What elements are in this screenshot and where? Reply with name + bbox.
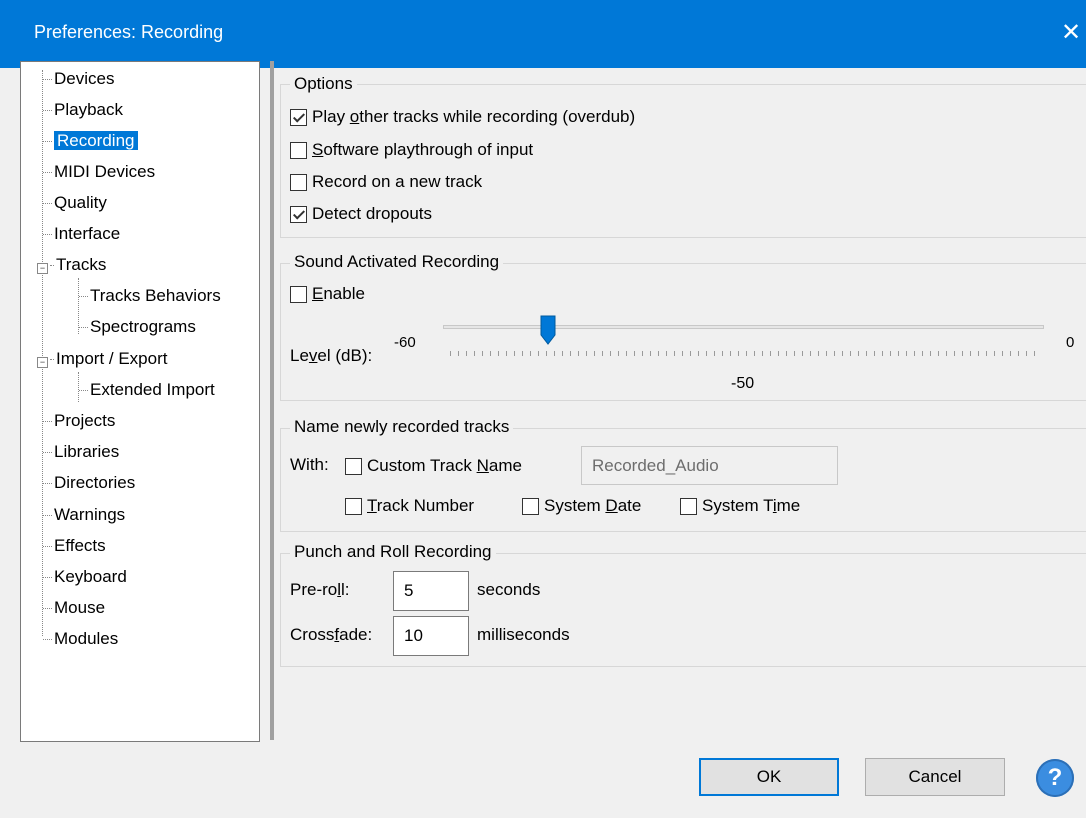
- tree-item-mouse[interactable]: Mouse: [43, 595, 105, 621]
- collapse-tracks-icon[interactable]: −: [37, 263, 48, 274]
- tree-item-directories[interactable]: Directories: [43, 470, 135, 496]
- checkbox-box[interactable]: [290, 285, 307, 303]
- track-number-checkbox[interactable]: Track Number: [345, 496, 474, 516]
- detect-dropouts-checkbox[interactable]: Detect dropouts: [290, 204, 432, 224]
- overdub-checkbox[interactable]: Play other tracks while recording (overd…: [290, 107, 635, 127]
- title-bar: Preferences: Recording ✕: [0, 0, 1086, 68]
- preferences-tree[interactable]: Devices Playback Recording MIDI Devices …: [20, 61, 260, 742]
- sound-activated-group: [280, 263, 1086, 401]
- tree-item-tracks[interactable]: Tracks: [50, 252, 106, 278]
- checkbox-box[interactable]: [290, 108, 307, 126]
- system-date-checkbox[interactable]: System Date: [522, 496, 641, 516]
- cancel-button[interactable]: Cancel: [865, 758, 1005, 796]
- checkbox-box[interactable]: [290, 205, 307, 223]
- tree-item-interface[interactable]: Interface: [43, 221, 120, 247]
- tree-item-libraries[interactable]: Libraries: [43, 439, 119, 465]
- crossfade-input[interactable]: 10: [393, 616, 469, 656]
- crossfade-label: Crossfade:: [290, 625, 373, 644]
- tree-item-import-export[interactable]: Import / Export: [50, 346, 167, 372]
- close-icon[interactable]: ✕: [1056, 18, 1086, 48]
- tree-item-projects[interactable]: Projects: [43, 408, 115, 434]
- punch-roll-legend: Punch and Roll Recording: [290, 542, 496, 562]
- crossfade-unit: milliseconds: [477, 625, 570, 644]
- tree-item-playback[interactable]: Playback: [43, 97, 123, 123]
- record-new-track-checkbox[interactable]: Record on a new track: [290, 172, 482, 192]
- with-label: With:: [290, 455, 329, 474]
- level-max-label: 0: [1066, 334, 1075, 351]
- software-playthrough-checkbox[interactable]: Software playthrough of input: [290, 140, 533, 160]
- checkbox-box[interactable]: [345, 497, 362, 515]
- tree-item-warnings[interactable]: Warnings: [43, 502, 125, 528]
- pane-splitter[interactable]: [270, 61, 274, 740]
- custom-track-name-checkbox[interactable]: Custom Track Name: [345, 456, 522, 476]
- tree-item-midi-devices[interactable]: MIDI Devices: [43, 159, 155, 185]
- tree-item-devices[interactable]: Devices: [43, 66, 114, 92]
- checkbox-box[interactable]: [680, 497, 697, 515]
- custom-track-name-input[interactable]: Recorded_Audio: [581, 446, 838, 485]
- level-slider-ticks: [450, 351, 1040, 356]
- checkbox-box[interactable]: [522, 497, 539, 515]
- checkbox-box[interactable]: [290, 141, 307, 159]
- options-legend: Options: [290, 74, 357, 94]
- tree-item-tracks-behaviors[interactable]: Tracks Behaviors: [79, 283, 221, 309]
- preroll-unit: seconds: [477, 580, 541, 599]
- tree-item-spectrograms[interactable]: Spectrograms: [79, 314, 196, 340]
- ok-button[interactable]: OK: [699, 758, 839, 796]
- tree-item-keyboard[interactable]: Keyboard: [43, 564, 127, 590]
- preroll-label: Pre-roll:: [290, 580, 350, 599]
- tree-item-quality[interactable]: Quality: [43, 190, 107, 216]
- level-value-label: -50: [731, 375, 755, 392]
- enable-sound-activation-checkbox[interactable]: Enable: [290, 284, 365, 304]
- tree-item-extended-import[interactable]: Extended Import: [79, 377, 215, 403]
- tree-item-effects[interactable]: Effects: [43, 533, 106, 559]
- checkbox-box[interactable]: [290, 173, 307, 191]
- system-time-checkbox[interactable]: System Time: [680, 496, 800, 516]
- level-slider-track[interactable]: [443, 325, 1044, 329]
- naming-legend: Name newly recorded tracks: [290, 417, 514, 437]
- window-title: Preferences: Recording: [34, 22, 224, 42]
- level-min-label: -60: [394, 334, 416, 351]
- preroll-input[interactable]: 5: [393, 571, 469, 611]
- checkbox-box[interactable]: [345, 457, 362, 475]
- level-label: Level (dB):: [290, 346, 373, 365]
- sound-activated-legend: Sound Activated Recording: [290, 252, 504, 272]
- help-icon[interactable]: ?: [1036, 759, 1074, 797]
- tree-item-modules[interactable]: Modules: [43, 626, 118, 652]
- tree-item-recording[interactable]: Recording: [43, 128, 138, 154]
- collapse-import-export-icon[interactable]: −: [37, 357, 48, 368]
- level-slider-thumb[interactable]: [540, 315, 556, 345]
